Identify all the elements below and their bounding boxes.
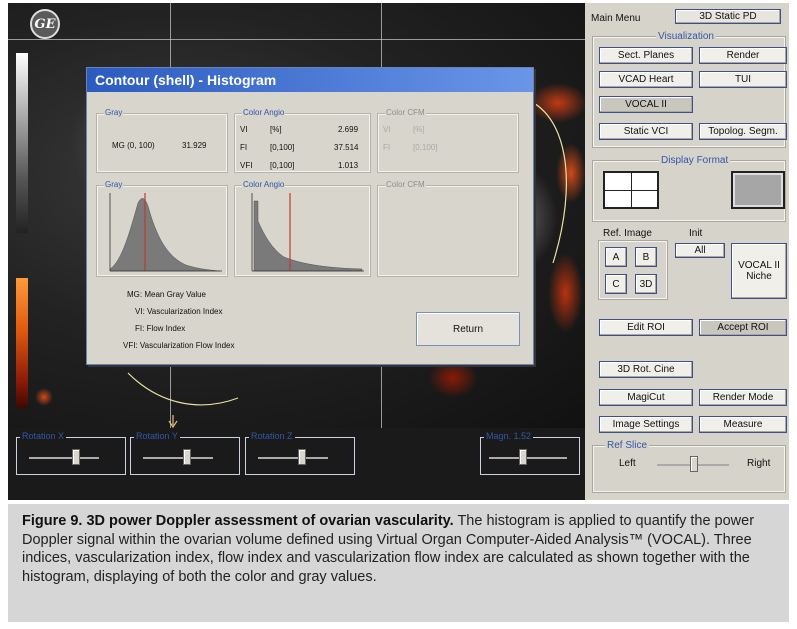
rotation-y-slider: Rotation Y	[130, 431, 240, 475]
histogram-dialog: Contour (shell) - Histogram Gray MG (0, …	[86, 67, 534, 365]
vfi-value: 1.013	[338, 161, 359, 170]
rotation-z-slider: Rotation Z	[245, 431, 355, 475]
legend-text: Flow Index	[146, 324, 186, 333]
legend-abbr: MG	[127, 290, 140, 299]
measure-button[interactable]: Measure	[699, 416, 787, 433]
render-mode-button[interactable]: Render Mode	[699, 389, 787, 406]
fi-range: [0,100]	[270, 143, 295, 152]
legend-vfi: VFI: Vascularization Flow Index	[123, 341, 235, 350]
vfi-range: [0,100]	[270, 161, 295, 170]
all-button[interactable]: All	[675, 243, 725, 258]
color-cfm-histogram-group: Color CFM	[377, 180, 519, 277]
init-label: Init	[689, 228, 703, 239]
control-panel: Main Menu 3D Static PD Visualization Sec…	[585, 3, 789, 500]
color-angio-histogram-group: Color Angio	[234, 180, 371, 277]
gray-histogram	[109, 193, 222, 272]
fi-value: 37.514	[334, 143, 359, 152]
quad-layout-icon[interactable]	[603, 171, 659, 209]
color-angio-histogram	[251, 193, 364, 272]
return-button[interactable]: Return	[416, 312, 520, 346]
plane-3d-button[interactable]: 3D	[635, 274, 657, 294]
cfm-fi-label: FI	[383, 143, 391, 152]
cfm-fi-range: [0,100]	[413, 143, 438, 152]
display-format-label: Display Format	[659, 155, 731, 166]
ref-image-label: Ref. Image	[603, 228, 652, 239]
right-label: Right	[747, 458, 771, 469]
legend-text: Mean Gray Value	[144, 290, 207, 299]
legend-vi: VI: Vascularization Index	[135, 307, 223, 316]
single-layout-icon[interactable]	[731, 171, 785, 209]
cfm-vi-range: [%]	[413, 125, 425, 134]
vi-value: 2.699	[338, 125, 359, 134]
plane-a-button[interactable]: A	[605, 247, 627, 267]
color-angio-values-group: Color Angio VI [%] 2.699 FI [0,100] 37.5…	[234, 108, 371, 173]
ref-slice-knob[interactable]	[690, 456, 698, 472]
vi-range: [%]	[270, 125, 282, 134]
legend-mg: MG: Mean Gray Value	[127, 290, 207, 299]
topolog-segm-button[interactable]: Topolog. Segm.	[699, 123, 787, 140]
static-vci-button[interactable]: Static VCI	[599, 123, 693, 140]
image-settings-button[interactable]: Image Settings	[599, 416, 693, 433]
vocal2-button[interactable]: VOCAL II	[599, 96, 693, 113]
fi-label: FI	[240, 143, 248, 152]
magnification-slider: Magn. 1.52	[480, 431, 580, 475]
slider-knob[interactable]	[298, 449, 306, 465]
slider-knob[interactable]	[72, 449, 80, 465]
slider-track[interactable]	[143, 457, 213, 459]
cfm-vi-label: VI	[383, 125, 391, 134]
dialog-title: Contour (shell) - Histogram	[87, 68, 533, 92]
figure-caption: Figure 9. 3D power Doppler assessment of…	[8, 504, 789, 622]
ultrasound-screen: GE Contour (shell) - Histogram Gray MG (…	[8, 3, 789, 500]
tui-button[interactable]: TUI	[699, 71, 787, 88]
group-label: Color Angio	[242, 108, 286, 117]
color-cfm-values-group: Color CFM VI [%] FI [0,100]	[377, 108, 519, 173]
group-label: Gray	[104, 108, 124, 117]
render-button[interactable]: Render	[699, 47, 787, 64]
ref-slice-group	[592, 445, 786, 493]
slider-track[interactable]	[258, 457, 328, 459]
ref-slice-label: Ref Slice	[605, 440, 650, 451]
group-label: Color Angio	[242, 180, 286, 189]
left-label: Left	[619, 458, 636, 469]
gray-values-group: Gray MG (0, 100) 31.929	[96, 108, 228, 173]
mg-value: 31.929	[182, 141, 207, 150]
magicut-button[interactable]: MagiCut	[599, 389, 693, 406]
magnification-label: Magn. 1.52	[484, 431, 534, 441]
plane-b-button[interactable]: B	[635, 247, 657, 267]
rotation-x-slider: Rotation X	[16, 431, 126, 475]
vi-label: VI	[240, 125, 248, 134]
vcad-heart-button[interactable]: VCAD Heart	[599, 71, 693, 88]
group-label: Color CFM	[385, 180, 426, 189]
sect-planes-button[interactable]: Sect. Planes	[599, 47, 693, 64]
rotation-x-label: Rotation X	[20, 431, 67, 441]
edit-roi-button[interactable]: Edit ROI	[599, 319, 693, 336]
visualization-label: Visualization	[656, 31, 716, 42]
legend-abbr: FI	[135, 324, 143, 333]
rotation-z-label: Rotation Z	[249, 431, 295, 441]
caption-title: Figure 9. 3D power Doppler assessment of…	[22, 513, 454, 529]
gray-histogram-group: Gray	[96, 180, 228, 277]
legend-text: Vascularization Flow Index	[139, 341, 235, 350]
slider-track[interactable]	[29, 457, 99, 459]
legend-abbr: VFI	[123, 341, 136, 350]
slider-knob[interactable]	[183, 449, 191, 465]
rot-cine-button[interactable]: 3D Rot. Cine	[599, 361, 693, 378]
group-label: Gray	[104, 180, 124, 189]
slider-track[interactable]	[489, 457, 567, 459]
vocal-niche-button[interactable]: VOCAL II Niche	[731, 243, 787, 299]
main-menu-label: Main Menu	[591, 13, 641, 24]
legend-text: Vascularization Index	[147, 307, 223, 316]
plane-c-button[interactable]: C	[605, 274, 627, 294]
rotation-y-label: Rotation Y	[134, 431, 180, 441]
vfi-label: VFI	[240, 161, 253, 170]
legend-abbr: VI	[135, 307, 143, 316]
mg-label: MG (0, 100)	[112, 141, 155, 150]
group-label: Color CFM	[385, 108, 426, 117]
slider-knob[interactable]	[519, 449, 527, 465]
accept-roi-button[interactable]: Accept ROI	[699, 319, 787, 336]
mode-indicator[interactable]: 3D Static PD	[675, 9, 781, 24]
legend-fi: FI: Flow Index	[135, 324, 186, 333]
